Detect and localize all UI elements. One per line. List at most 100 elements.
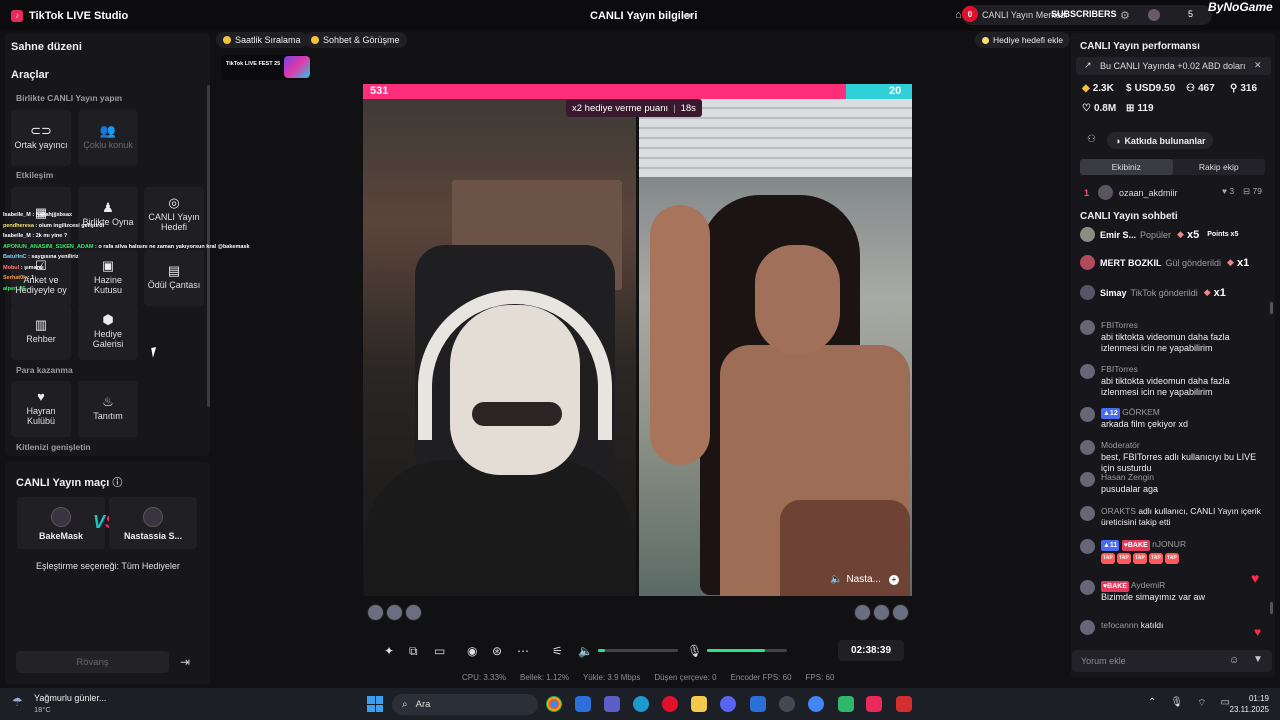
exit-icon[interactable]: ⇥ (180, 655, 190, 669)
chat-call-pill[interactable]: Sohbet & Görüşme (304, 32, 407, 48)
profile-avatar[interactable] (1148, 9, 1160, 21)
multiplier-text: x2 hediye verme puanı (572, 102, 669, 114)
contributors-button[interactable]: ◑ Katkıda bulunanlar (1107, 132, 1214, 149)
chat-message[interactable]: ♥BAKE AydemiR Bizimde simayımız var aw (1080, 580, 1270, 610)
wifi-icon[interactable]: ⌔ (1197, 697, 1206, 710)
gift-row[interactable]: Simay TikTok gönderildi ◆ x1 (1080, 285, 1234, 300)
file-explorer-icon[interactable] (691, 696, 707, 712)
help-icon[interactable]: ⓘ (112, 478, 122, 489)
notification-badge[interactable]: 0 (962, 6, 978, 22)
cohost-tile[interactable]: ⊂⊃ Ortak yayıncı (11, 110, 71, 166)
gift-goal-pill[interactable]: Hediye hedefi ekle (975, 32, 1070, 48)
windows-start-icon[interactable] (367, 696, 383, 712)
avatar (1098, 185, 1113, 200)
add-source-icon[interactable]: ⧉ (409, 644, 418, 659)
steam-app-icon[interactable] (779, 696, 795, 712)
avatar[interactable] (386, 604, 403, 621)
left-top-gifters[interactable] (367, 604, 422, 621)
avatar[interactable] (873, 604, 890, 621)
media-app-icon[interactable] (896, 696, 912, 712)
match-option[interactable]: Eşleştirme seçeneği: Tüm Hediyeler (36, 561, 180, 571)
chat-scrollbar-bottom[interactable] (1270, 602, 1273, 614)
magic-wand-icon[interactable]: ✦ (384, 644, 394, 658)
teams-app-icon[interactable] (575, 696, 591, 712)
speaker-volume-icon[interactable]: 🔈 (578, 644, 593, 658)
promote-tile[interactable]: ♨ Tanıtım (78, 381, 138, 437)
right-top-gifters[interactable] (854, 604, 909, 621)
shares-stat: ⊞ 119 (1126, 103, 1154, 114)
avatar[interactable] (405, 604, 422, 621)
host-shirt (365, 460, 633, 596)
multiguest-tile[interactable]: 👥 Çoklu konuk (78, 110, 138, 166)
contributors-badge-icon: ◑ (1115, 135, 1121, 146)
scene-layout-title[interactable]: Sahne düzeni (11, 41, 82, 53)
contributor-likes: ♥ 3 (1222, 186, 1235, 196)
follow-plus-icon[interactable]: + (888, 574, 899, 585)
overlay-chat-user: Serhat0k (3, 275, 27, 281)
live-info-title[interactable]: CANLI Yayın bilgileri (590, 10, 697, 22)
rematch-button[interactable]: Rövanş (16, 651, 169, 673)
screenshot-icon[interactable]: ⊛ (492, 644, 502, 658)
filter-icon[interactable]: ▼ (1253, 654, 1263, 665)
chat-message[interactable]: tefocannn katıldı (1080, 620, 1270, 650)
chat-message[interactable]: ▲12 GÖRKEM arkada film çekiyor xd (1080, 407, 1270, 437)
chat-message[interactable]: Hasan Zengin pusudalar aga (1080, 472, 1270, 502)
chat-message[interactable]: Moderatör best, FBITorres adlı kullanıcıy… (1080, 440, 1270, 473)
chat-scrollbar[interactable] (1270, 302, 1273, 314)
guide-tile[interactable]: ▥ Rehber (11, 304, 71, 360)
hourly-ranking-pill[interactable]: Saatlik Sıralama (216, 32, 308, 48)
whatsapp-app-icon[interactable] (838, 696, 854, 712)
settings-gear-icon[interactable]: ⚙ (1120, 9, 1130, 22)
cohost-label: Ortak yayıncı (14, 140, 68, 150)
close-icon[interactable]: ✕ (1254, 60, 1262, 71)
chat-call-label: Sohbet & Görüşme (323, 35, 400, 45)
tab-rival-team[interactable]: Rakip ekip (1173, 159, 1266, 175)
match-player-right[interactable]: Nastassia S... (109, 497, 197, 549)
chat-message[interactable]: ▲11 ♥BAKE nJONUR TAP TAP TAP TAP TAP (1080, 539, 1270, 569)
gift-goal-label: Hediye hedefi ekle (993, 35, 1063, 45)
opera-app-icon[interactable] (662, 696, 678, 712)
tiktok-studio-app-icon[interactable] (866, 696, 882, 712)
record-icon[interactable]: ◉ (467, 644, 477, 658)
chrome-app-icon[interactable] (546, 696, 562, 712)
chat-message[interactable]: ORAKTS adlı kullanıcı, CANLI Yayın içeri… (1080, 506, 1270, 536)
fan-club-tile[interactable]: ♥ Hayran Kulübü (11, 381, 71, 437)
taskbar-clock[interactable]: 01:19 23.11.2025 (1227, 693, 1269, 715)
emoji-icon[interactable]: ☺ (1229, 655, 1239, 666)
avatar[interactable] (892, 604, 909, 621)
more-icon[interactable]: ⋯ (517, 644, 529, 658)
avatar[interactable] (854, 604, 871, 621)
chrome-profile-icon[interactable] (808, 696, 824, 712)
home-icon[interactable]: ⌂ (955, 9, 962, 21)
gift-row[interactable]: MERT BOZKIL Gül gönderildi ◆ x1 (1080, 255, 1257, 270)
mic-tray-icon[interactable]: 🎙 (1170, 697, 1183, 710)
discord-app-icon[interactable] (720, 696, 736, 712)
dollar-icon: $ (1126, 83, 1132, 94)
share-icon[interactable]: ➦ (683, 9, 692, 22)
equalizer-icon[interactable]: ⚟ (552, 644, 563, 658)
mail-app-icon[interactable] (750, 696, 766, 712)
chevron-up-icon[interactable]: ⌃ (1148, 697, 1156, 710)
speaker-icon[interactable]: 🔈 (830, 574, 842, 585)
contributors-label: Katkıda bulunanlar (1124, 135, 1206, 146)
match-player-left[interactable]: BakeMask (17, 497, 105, 549)
layout-icon[interactable]: ▭ (434, 644, 445, 658)
weather-widget[interactable]: Yağmurlu günler... 18°C (34, 693, 106, 714)
chat-message[interactable]: FBITorres abi tiktokta videomun daha fazl… (1080, 320, 1270, 353)
chat-message[interactable]: FBITorres abi tiktokta videomun daha fazl… (1080, 364, 1270, 397)
gift-gallery-tile[interactable]: ⬢ Hediye Galerisi (78, 304, 138, 360)
opponent-name: Nasta... (846, 574, 881, 585)
teams-chat-app-icon[interactable] (604, 696, 620, 712)
gift-row[interactable]: Emir S... Popüler ◆ x5 Points x5 (1080, 227, 1238, 242)
microphone-icon[interactable]: 🎙 (687, 644, 702, 658)
tap-gift-icon: TAP (1101, 553, 1115, 564)
contributor-row[interactable]: 1 ozaan_akdmiir (1084, 185, 1269, 200)
volume-slider[interactable] (598, 649, 678, 652)
edge-app-icon[interactable] (633, 696, 649, 712)
section-interaction: Etkileşim (16, 170, 54, 180)
likes-value: 0.8M (1093, 103, 1117, 114)
opponent-tag[interactable]: 🔈 Nasta... + (830, 574, 899, 585)
avatar[interactable] (367, 604, 384, 621)
tab-our-team[interactable]: Ekibiniz (1080, 159, 1173, 175)
taskbar-search[interactable]: ⌕ Ara (392, 694, 538, 715)
